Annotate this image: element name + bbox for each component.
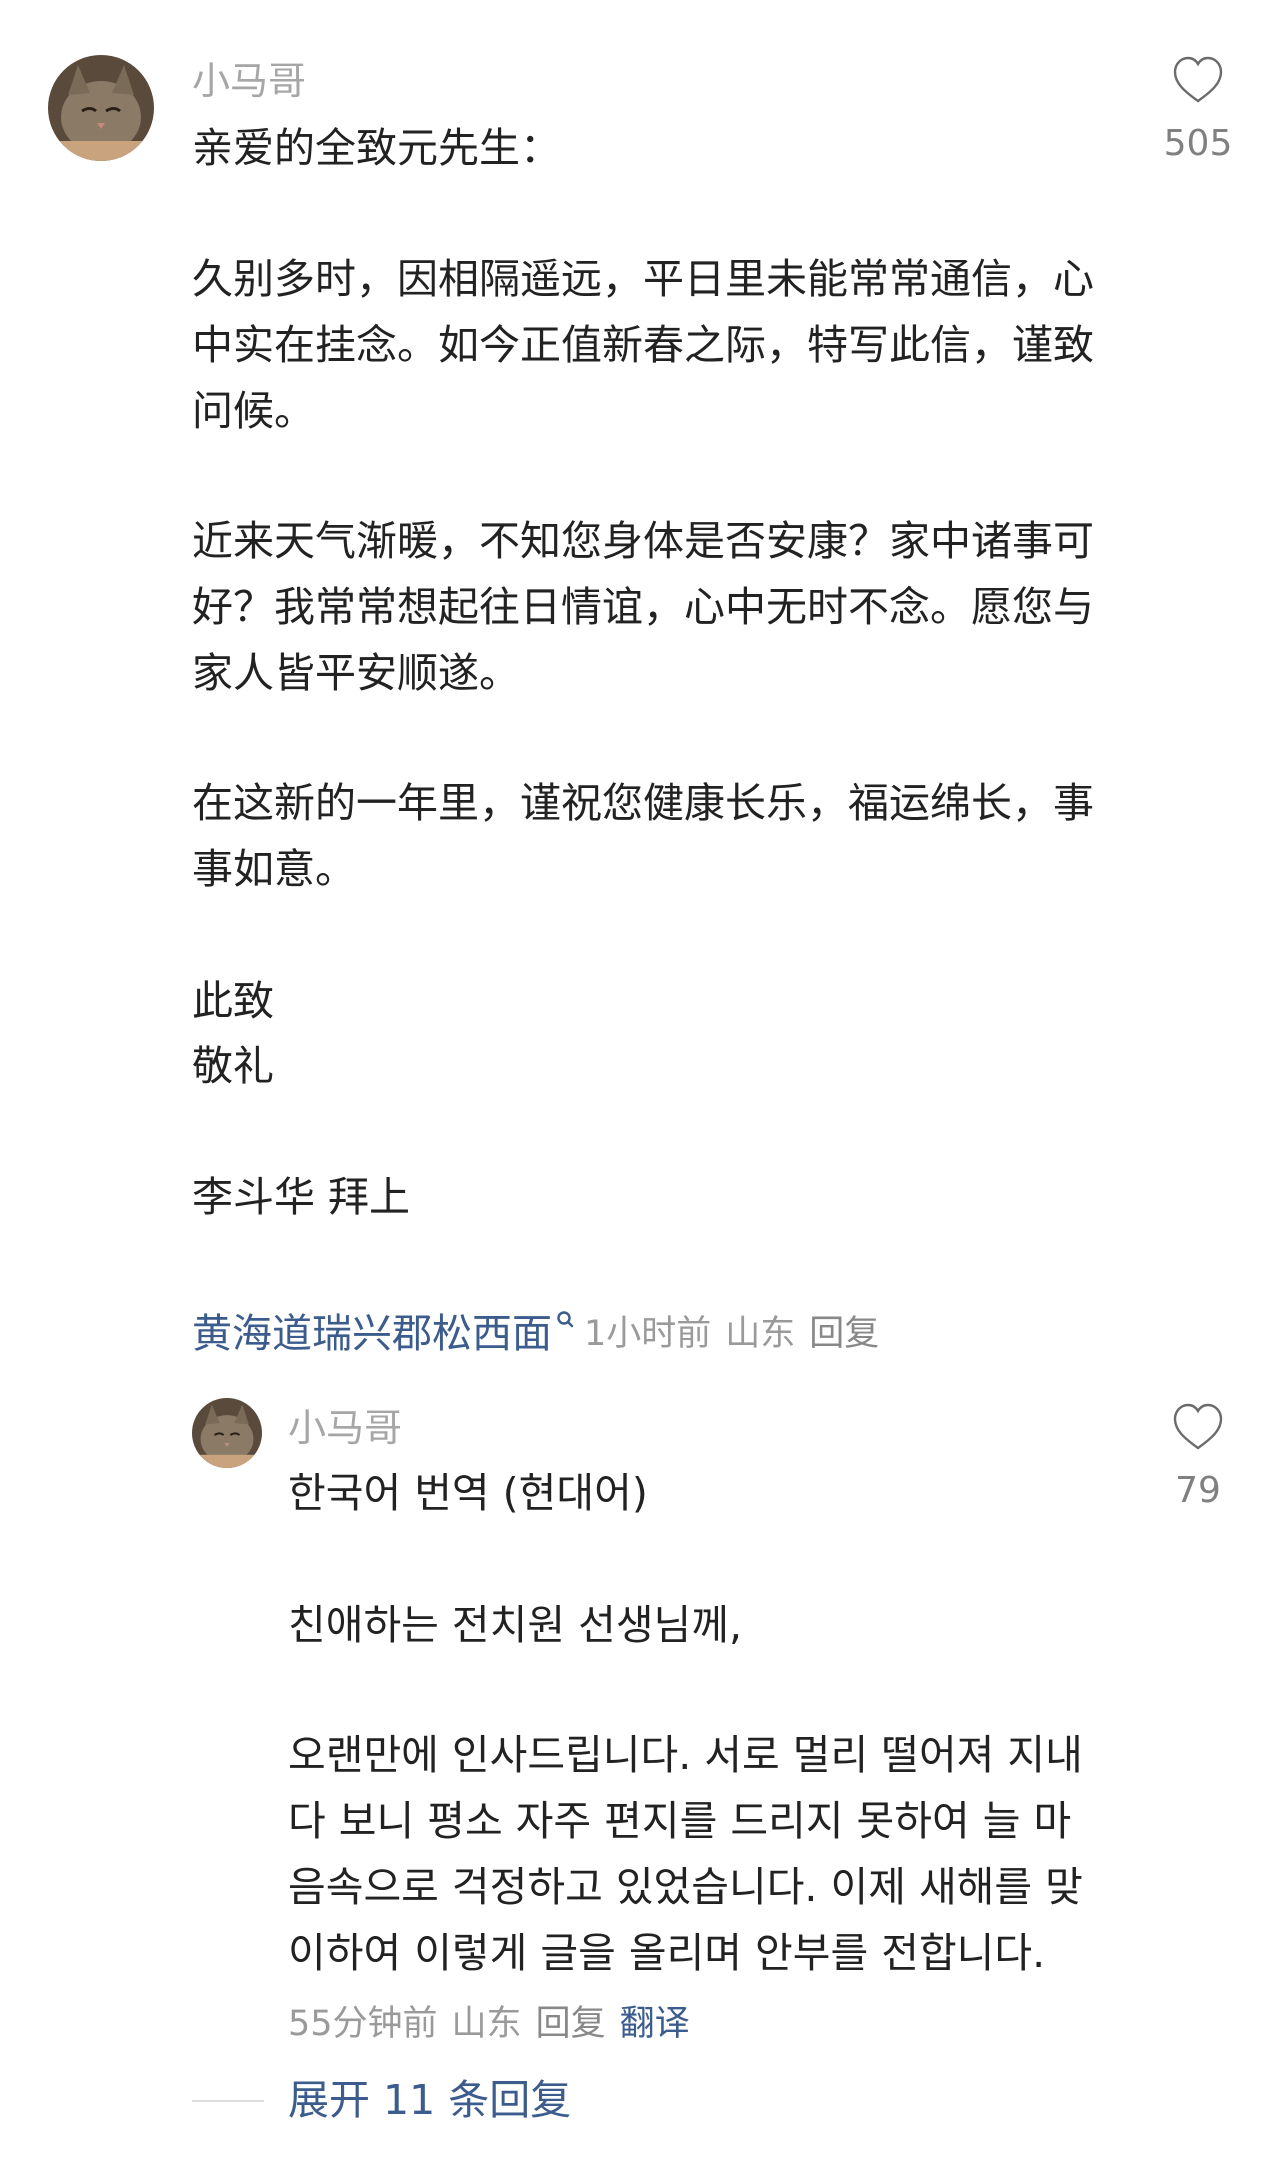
reply-greeting: 친애하는 전치원 선생님께,: [288, 1601, 743, 1649]
like-count: 505: [1163, 123, 1233, 164]
comment-paragraph: 在这新的一年里，谨祝您健康长乐，福运绵长，事事如意。: [192, 779, 1094, 893]
cat-avatar-image: [48, 55, 154, 161]
reply-button[interactable]: 回复: [809, 1305, 879, 1356]
avatar[interactable]: [48, 55, 154, 161]
reply-heading: 한국어 번역 (현대어): [288, 1469, 648, 1517]
comment-meta: 黄海道瑞兴郡松西面 1小时前 山东 回复: [192, 1300, 879, 1360]
like-count: 79: [1175, 1470, 1221, 1511]
divider-line: [192, 2100, 264, 2102]
comment-greeting: 亲爱的全致元先生：: [192, 124, 561, 172]
heart-outline-icon: [1173, 1403, 1223, 1450]
like-button[interactable]: 79: [1160, 1402, 1236, 1522]
cat-avatar-image: [192, 1398, 262, 1468]
signature: 李斗华 拜上: [192, 1173, 411, 1221]
region: 山东: [725, 1313, 796, 1354]
username[interactable]: 小马哥: [192, 56, 306, 106]
username[interactable]: 小马哥: [288, 1403, 402, 1453]
avatar[interactable]: [192, 1398, 262, 1468]
timestamp: 55分钟前: [288, 2003, 438, 2044]
timestamp: 1小时前: [584, 1313, 712, 1354]
closing-line: 敬礼: [192, 1042, 274, 1090]
location-pin-icon: [557, 1311, 574, 1328]
translate-button[interactable]: 翻译: [620, 1995, 690, 2046]
like-button[interactable]: 505: [1160, 55, 1236, 175]
reply-meta: 55分钟前 山东 回复 翻译: [288, 1995, 690, 2045]
location-tag[interactable]: 黄海道瑞兴郡松西面: [192, 1301, 552, 1359]
comment-paragraph: 久别多时，因相隔遥远，平日里未能常常通信，心中实在挂念。如今正值新春之际，特写此…: [192, 255, 1094, 435]
reply-paragraph: 오랜만에 인사드립니다. 서로 멀리 떨어져 지내다 보니 평소 자주 편지를 …: [288, 1731, 1083, 1977]
expand-replies-button[interactable]: 展开 11 条回复: [288, 2072, 571, 2128]
reply-button[interactable]: 回复: [536, 1995, 606, 2046]
comment-paragraph: 近来天气渐暖，不知您身体是否安康？家中诸事可好？我常常想起往日情谊，心中无时不念…: [192, 517, 1094, 697]
region: 山东: [451, 2003, 522, 2044]
closing-line: 此致: [192, 977, 274, 1025]
heart-outline-icon: [1173, 56, 1223, 103]
